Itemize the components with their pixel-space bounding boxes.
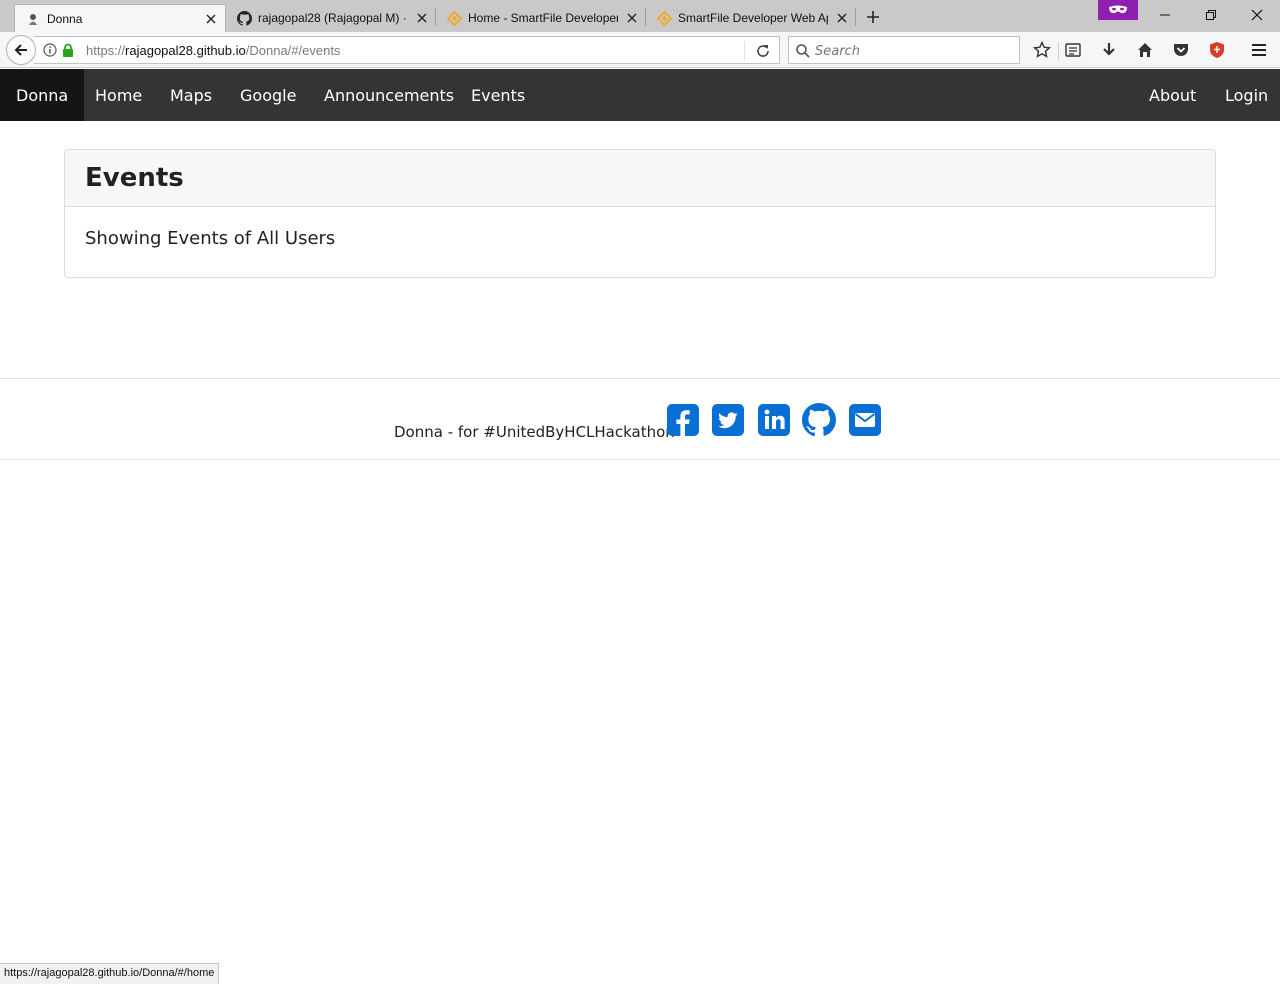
home-icon [1138, 43, 1152, 57]
star-icon [1033, 41, 1051, 58]
menu-button[interactable] [1249, 40, 1269, 60]
url-divider [744, 41, 745, 61]
private-browsing-mask-icon [1098, 0, 1138, 20]
twitter-icon [712, 404, 744, 436]
restore-icon [1206, 10, 1216, 20]
hamburger-icon [1252, 44, 1266, 56]
search-bar[interactable] [788, 36, 1020, 64]
nav-link-google[interactable]: Google [224, 69, 312, 121]
email-icon [849, 404, 881, 436]
browser-tab-github[interactable]: rajagopal28 (Rajagopal M) · GitHub [226, 4, 436, 32]
status-bar-url: https://rajagopal28.github.io/Donna/#/ho… [0, 963, 220, 984]
facebook-icon [667, 404, 699, 436]
restore-button[interactable] [1188, 0, 1234, 30]
url-host: rajagopal28.github.io [125, 43, 246, 58]
close-icon [1251, 9, 1263, 21]
info-icon[interactable] [43, 43, 57, 57]
toolbar-separator [1058, 42, 1059, 60]
facebook-link[interactable] [666, 403, 700, 437]
site-navbar: Donna Home Maps Google Announcements Eve… [0, 69, 1280, 121]
download-icon [1103, 43, 1115, 56]
url-bar[interactable]: https://rajagopal28.github.io/Donna/#/ev… [34, 36, 780, 64]
linkedin-icon [758, 404, 790, 436]
nav-brand[interactable]: Donna [0, 69, 85, 121]
nav-link-announcements[interactable]: Announcements [308, 69, 470, 121]
downloads-button[interactable] [1099, 40, 1119, 60]
nav-link-maps[interactable]: Maps [154, 69, 228, 121]
arrow-left-icon [14, 44, 27, 56]
minimize-button[interactable] [1142, 0, 1188, 30]
tab-close-icon[interactable] [624, 10, 640, 26]
close-window-button[interactable] [1234, 0, 1280, 30]
back-button[interactable] [6, 35, 36, 65]
smartfile-icon [446, 10, 462, 26]
card-header: Events [65, 150, 1215, 207]
browser-tab-donna[interactable]: Donna [14, 4, 226, 32]
tab-title: Donna [47, 11, 83, 26]
url-prefix: https:// [86, 43, 126, 58]
tab-title: Home - SmartFile Developer Portal [468, 11, 618, 25]
reload-icon[interactable] [755, 43, 771, 59]
card-body: Showing Events of All Users [65, 207, 1215, 270]
browser-toolbar: https://rajagopal28.github.io/Donna/#/ev… [0, 32, 1280, 68]
browser-tab-strip: Donna rajagopal28 (Rajagopal M) · GitHub… [0, 0, 1280, 32]
bookmarks-menu-button[interactable] [1063, 40, 1083, 60]
tab-title: SmartFile Developer Web App [678, 11, 828, 25]
tab-close-icon[interactable] [203, 11, 219, 27]
pocket-icon [1174, 44, 1188, 56]
nav-link-login[interactable]: Login [1209, 69, 1280, 121]
browser-tab-smartfile-webapp[interactable]: SmartFile Developer Web App [646, 4, 856, 32]
search-icon [796, 44, 810, 58]
nav-link-home[interactable]: Home [79, 69, 158, 121]
twitter-link[interactable] [711, 403, 745, 437]
donna-favicon-icon [25, 11, 41, 27]
lock-icon [63, 43, 73, 57]
github-icon [802, 403, 836, 437]
github-icon [236, 10, 252, 26]
search-input[interactable] [815, 41, 1015, 61]
smartfile-icon [656, 10, 672, 26]
events-card: Events Showing Events of All Users [64, 149, 1216, 278]
nav-link-about[interactable]: About [1133, 69, 1212, 121]
browser-tab-smartfile-home[interactable]: Home - SmartFile Developer Portal [436, 4, 646, 32]
shield-extension-button[interactable] [1207, 40, 1227, 60]
linkedin-link[interactable] [757, 403, 791, 437]
footer-text: Donna - for #UnitedByHCLHackathon [394, 423, 675, 441]
pocket-button[interactable] [1171, 40, 1191, 60]
tab-separator [855, 8, 856, 26]
tab-close-icon[interactable] [414, 10, 430, 26]
tab-title: rajagopal28 (Rajagopal M) · GitHub [258, 11, 408, 25]
events-description: Showing Events of All Users [85, 228, 336, 249]
tab-close-icon[interactable] [834, 10, 850, 26]
minimize-icon [1160, 14, 1170, 16]
page-title: Events [85, 163, 184, 193]
github-link[interactable] [802, 403, 836, 437]
plus-icon [867, 11, 879, 23]
bookmarks-list-icon [1065, 43, 1081, 57]
site-footer: Donna - for #UnitedByHCLHackathon [0, 378, 1280, 460]
shield-icon [1210, 42, 1224, 58]
nav-link-events[interactable]: Events [455, 69, 541, 121]
url-text[interactable]: https://rajagopal28.github.io/Donna/#/ev… [86, 43, 340, 58]
bookmark-star-button[interactable] [1032, 40, 1052, 60]
new-tab-button[interactable] [862, 6, 884, 28]
home-button[interactable] [1135, 40, 1155, 60]
url-path: /Donna/#/events [245, 43, 341, 58]
email-link[interactable] [848, 403, 882, 437]
